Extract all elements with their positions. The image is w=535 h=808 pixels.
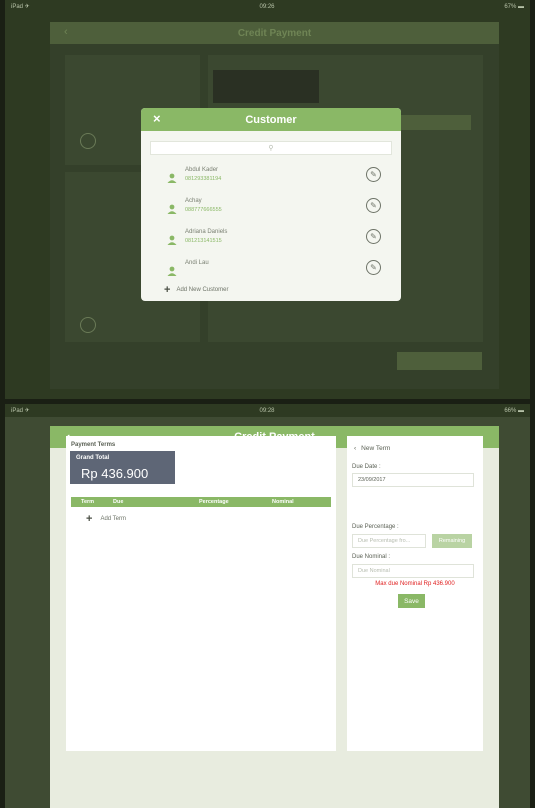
- chevron-left-icon: ‹: [354, 445, 357, 452]
- column-header: Percentage: [199, 499, 229, 505]
- column-header: Due: [113, 499, 124, 505]
- save-button[interactable]: Save: [398, 594, 425, 608]
- person-icon: [167, 204, 177, 214]
- screen-customer-picker: iPad ✈ 09:26 67% ▬ ‹ Credit Payment × Cu…: [5, 0, 530, 399]
- add-customer-label: Add New Customer: [176, 287, 229, 293]
- plus-icon: +: [86, 513, 93, 525]
- edit-icon[interactable]: ✎: [366, 229, 381, 244]
- add-term-button[interactable]: + Add Term: [86, 513, 126, 525]
- new-term-title: New Term: [361, 445, 391, 452]
- search-input[interactable]: ⚲: [150, 141, 392, 155]
- bg-grand-total: [213, 70, 319, 103]
- due-date-value: 23/09/2017: [358, 477, 386, 483]
- edit-icon[interactable]: ✎: [366, 260, 381, 275]
- customer-phone: 081293381194: [185, 176, 222, 182]
- grand-total-box: Grand Total Rp 436.900: [70, 451, 175, 484]
- bg-title: Credit Payment: [237, 28, 312, 39]
- credit-payment-dialog: ‹ Credit Payment Payment Terms Grand Tot…: [50, 426, 499, 808]
- bg-green-bar: [401, 115, 471, 130]
- grand-total-label: Grand Total: [76, 455, 110, 461]
- status-right: 67% ▬: [504, 3, 524, 10]
- status-left: iPad ✈: [11, 408, 30, 414]
- terms-table-header: Term Due Percentage Nominal: [71, 497, 331, 507]
- due-date-label: Due Date :: [352, 464, 381, 470]
- new-term-panel: ‹ New Term Due Date : 23/09/2017 Due Perc…: [347, 436, 483, 751]
- grand-total-value: Rp 436.900: [81, 466, 149, 481]
- bg-edit-icon-2: [80, 317, 96, 333]
- status-right: 66% ▬: [504, 407, 524, 414]
- bg-header: ‹ Credit Payment: [50, 22, 499, 44]
- modal-title: Customer: [245, 113, 297, 126]
- person-icon: [167, 266, 177, 276]
- customer-name: Abdul Kader: [185, 167, 219, 173]
- customer-name: Andi Lau: [185, 260, 209, 266]
- edit-icon[interactable]: ✎: [366, 198, 381, 213]
- add-term-label: Add Term: [100, 516, 127, 522]
- payment-terms-panel: Payment Terms Grand Total Rp 436.900 Ter…: [66, 436, 336, 751]
- due-nominal-field[interactable]: Due Nominal: [352, 564, 474, 578]
- status-time: 09:28: [259, 407, 275, 414]
- customer-modal: × Customer ⚲ Abdul Kader 081293381194 ✎ …: [141, 108, 401, 301]
- max-nominal-warning: Max due Nominal Rp 436.900: [375, 581, 455, 587]
- column-header: Term: [81, 499, 95, 505]
- due-nominal-placeholder: Due Nominal: [358, 568, 390, 574]
- screen-credit-payment: iPad ✈ 09:28 66% ▬ ‹ Credit Payment Paym…: [5, 404, 530, 808]
- status-time: 09:26: [259, 3, 275, 10]
- customer-row[interactable]: Abdul Kader 081293381194 ✎: [141, 161, 401, 192]
- new-term-back-button[interactable]: ‹ New Term: [354, 445, 390, 452]
- customer-phone: 088777666555: [185, 207, 222, 213]
- person-icon: [167, 173, 177, 183]
- customer-name: Adriana Daniels: [185, 229, 228, 235]
- search-icon: ⚲: [268, 145, 274, 152]
- remaining-button[interactable]: Remaining: [432, 534, 472, 548]
- column-header: Nominal: [272, 499, 294, 505]
- customer-name: Achay: [185, 198, 202, 204]
- customer-row[interactable]: Andi Lau ✎: [141, 254, 401, 285]
- modal-header: × Customer: [141, 108, 401, 131]
- bg-edit-icon: [80, 133, 96, 149]
- close-icon[interactable]: ×: [153, 111, 161, 126]
- plus-icon: +: [164, 284, 171, 296]
- due-nominal-label: Due Nominal :: [352, 554, 391, 560]
- add-customer-button[interactable]: + Add New Customer: [164, 284, 228, 296]
- due-percentage-placeholder: Due Percentage fro...: [358, 538, 411, 544]
- due-date-field[interactable]: 23/09/2017: [352, 473, 474, 487]
- customer-phone: 081213141515: [185, 238, 222, 244]
- due-percentage-field[interactable]: Due Percentage fro...: [352, 534, 426, 548]
- due-percentage-label: Due Percentage :: [352, 524, 399, 530]
- edit-icon[interactable]: ✎: [366, 167, 381, 182]
- customer-row[interactable]: Adriana Daniels 081213141515 ✎: [141, 223, 401, 254]
- status-bar: iPad ✈ 09:28 66% ▬: [5, 404, 530, 417]
- status-bar: iPad ✈ 09:26 67% ▬: [5, 0, 530, 13]
- status-left: iPad ✈: [11, 4, 30, 10]
- bg-button: [397, 352, 482, 370]
- section-title: Payment Terms: [71, 442, 116, 448]
- customer-row[interactable]: Achay 088777666555 ✎: [141, 192, 401, 223]
- person-icon: [167, 235, 177, 245]
